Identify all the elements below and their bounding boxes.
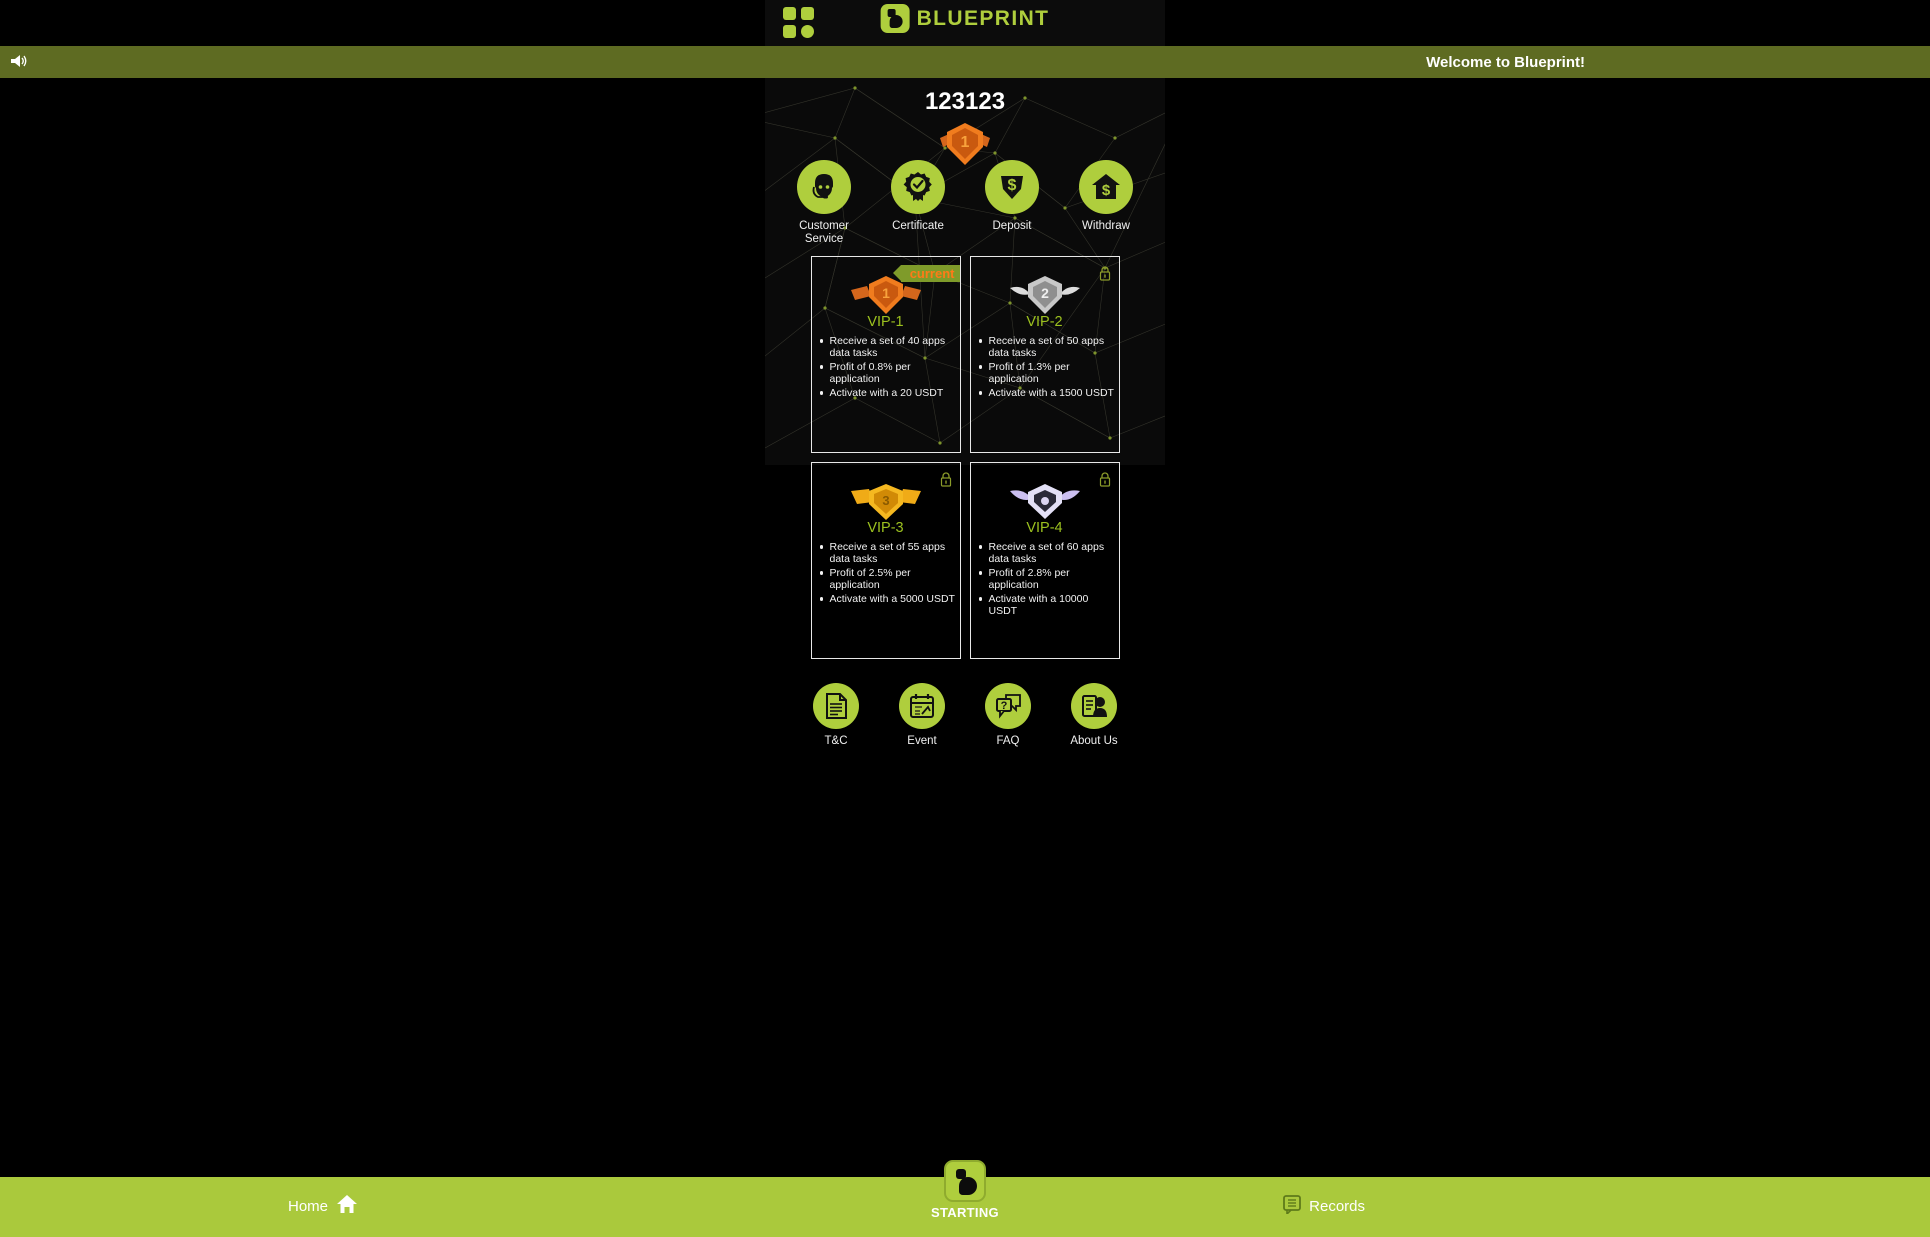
vip-benefit: Receive a set of 55 apps data tasks bbox=[819, 541, 956, 565]
link-label: T&C bbox=[824, 735, 848, 747]
nav-records-label: Records bbox=[1309, 1198, 1365, 1215]
link-label: About Us bbox=[1070, 735, 1118, 747]
link-about-us[interactable]: About Us bbox=[1063, 683, 1125, 747]
link-label: Event bbox=[907, 735, 937, 747]
calendar-icon bbox=[899, 683, 945, 729]
nav-home-label: Home bbox=[288, 1198, 329, 1215]
deposit-arrow-dollar-icon: $ bbox=[985, 160, 1039, 214]
action-withdraw[interactable]: $ Withdraw bbox=[1072, 160, 1140, 246]
brand-logo: BLUEPRINT bbox=[880, 4, 1050, 33]
vip-card-grid: 1 current VIP-1 Receive a set of 40 apps… bbox=[765, 256, 1165, 659]
svg-text:3: 3 bbox=[882, 493, 889, 508]
withdraw-house-dollar-icon: $ bbox=[1079, 160, 1133, 214]
vip-benefit: Receive a set of 60 apps data tasks bbox=[978, 541, 1115, 565]
brand-name: BLUEPRINT bbox=[916, 6, 1050, 30]
svg-text:2: 2 bbox=[1041, 285, 1049, 301]
info-links: T&C Event ? FAQ About Us bbox=[765, 683, 1165, 747]
announcement-bar: Welcome to Blueprint! bbox=[0, 46, 1930, 78]
home-icon bbox=[336, 1193, 358, 1220]
svg-text:$: $ bbox=[1102, 182, 1111, 199]
link-faq[interactable]: ? FAQ bbox=[977, 683, 1039, 747]
action-label: Withdraw bbox=[1082, 220, 1130, 232]
question-chat-icon: ? bbox=[985, 683, 1031, 729]
nav-item-records[interactable]: Records bbox=[1282, 1194, 1365, 1219]
grid-square-1 bbox=[783, 7, 796, 20]
vip-card[interactable]: 2 VIP-2 Receive a set of 50 apps data ta… bbox=[969, 256, 1120, 453]
svg-text:1: 1 bbox=[882, 285, 890, 301]
vip-benefit-list: Receive a set of 50 apps data tasks Prof… bbox=[978, 335, 1115, 401]
action-label: Certificate bbox=[892, 220, 944, 232]
top-bar: BLUEPRINT bbox=[765, 0, 1165, 46]
nav-center-label: STARTING bbox=[931, 1205, 999, 1220]
vip-benefit: Activate with a 1500 USDT bbox=[978, 387, 1115, 399]
vip-benefit: Profit of 2.5% per application bbox=[819, 567, 956, 591]
vip-4-badge bbox=[1008, 479, 1082, 523]
vip-benefit: Activate with a 10000 USDT bbox=[978, 593, 1115, 617]
document-icon bbox=[813, 683, 859, 729]
grid-menu-icon[interactable] bbox=[783, 7, 815, 39]
lock-icon bbox=[940, 472, 952, 487]
blueprint-logo-icon bbox=[880, 4, 910, 33]
svg-text:$: $ bbox=[1008, 177, 1017, 194]
vip-2-badge: 2 bbox=[1008, 273, 1082, 317]
certificate-seal-icon bbox=[891, 160, 945, 214]
vip-card-title: VIP-1 bbox=[867, 314, 904, 330]
lock-icon bbox=[1099, 472, 1111, 487]
person-profile-icon bbox=[1071, 683, 1117, 729]
records-list-icon bbox=[1282, 1194, 1302, 1219]
svg-text:?: ? bbox=[1001, 700, 1008, 712]
svg-text:1: 1 bbox=[961, 134, 970, 151]
bottom-navigation: Home STARTING Records bbox=[0, 1160, 1930, 1237]
vip-card[interactable]: 3 VIP-3 Receive a set of 55 apps data ta… bbox=[810, 462, 961, 659]
action-label: Customer Service bbox=[799, 220, 849, 245]
grid-square-2 bbox=[801, 7, 814, 20]
vip-card-title: VIP-3 bbox=[867, 520, 904, 536]
headset-agent-icon bbox=[797, 160, 851, 214]
grid-circle-4 bbox=[801, 25, 814, 38]
action-deposit[interactable]: $ Deposit bbox=[978, 160, 1046, 246]
vip-benefit: Activate with a 5000 USDT bbox=[819, 593, 956, 605]
grid-square-3 bbox=[783, 25, 796, 38]
username-label: 123123 bbox=[924, 88, 1006, 115]
action-label: Deposit bbox=[992, 220, 1032, 232]
app-screen: BLUEPRINT Welcome to Blueprint! 123123 1… bbox=[0, 0, 1930, 1237]
lock-icon bbox=[1099, 266, 1111, 281]
current-status-badge: current bbox=[892, 265, 960, 282]
vip-benefit: Profit of 1.3% per application bbox=[978, 361, 1115, 385]
link-label: FAQ bbox=[996, 735, 1020, 747]
content-column: 123123 1 Customer Service Certificate $ … bbox=[765, 78, 1165, 1237]
announcement-text: Welcome to Blueprint! bbox=[1426, 53, 1585, 71]
nav-item-starting[interactable]: STARTING bbox=[905, 1160, 1025, 1220]
link-terms-conditions[interactable]: T&C bbox=[805, 683, 867, 747]
vip-benefit: Activate with a 20 USDT bbox=[819, 387, 956, 399]
nav-item-home[interactable]: Home bbox=[288, 1193, 358, 1220]
vip-benefit: Receive a set of 50 apps data tasks bbox=[978, 335, 1115, 359]
quick-actions: Customer Service Certificate $ Deposit $… bbox=[765, 160, 1165, 246]
vip-card[interactable]: VIP-4 Receive a set of 60 apps data task… bbox=[969, 462, 1120, 659]
vip-benefit-list: Receive a set of 55 apps data tasks Prof… bbox=[819, 541, 956, 607]
vip-card-title: VIP-4 bbox=[1026, 520, 1063, 536]
vip-benefit-list: Receive a set of 40 apps data tasks Prof… bbox=[819, 335, 956, 401]
vip-benefit: Profit of 0.8% per application bbox=[819, 361, 956, 385]
action-certificate[interactable]: Certificate bbox=[884, 160, 952, 246]
vip-benefit-list: Receive a set of 60 apps data tasks Prof… bbox=[978, 541, 1115, 619]
vip-card-title: VIP-2 bbox=[1026, 314, 1063, 330]
vip-benefit: Profit of 2.8% per application bbox=[978, 567, 1115, 591]
vip-card[interactable]: 1 current VIP-1 Receive a set of 40 apps… bbox=[810, 256, 961, 453]
action-customer-service[interactable]: Customer Service bbox=[790, 160, 858, 246]
vip-benefit: Receive a set of 40 apps data tasks bbox=[819, 335, 956, 359]
vip-3-badge: 3 bbox=[849, 479, 923, 523]
link-event[interactable]: Event bbox=[891, 683, 953, 747]
blueprint-logo-icon bbox=[944, 1160, 986, 1202]
